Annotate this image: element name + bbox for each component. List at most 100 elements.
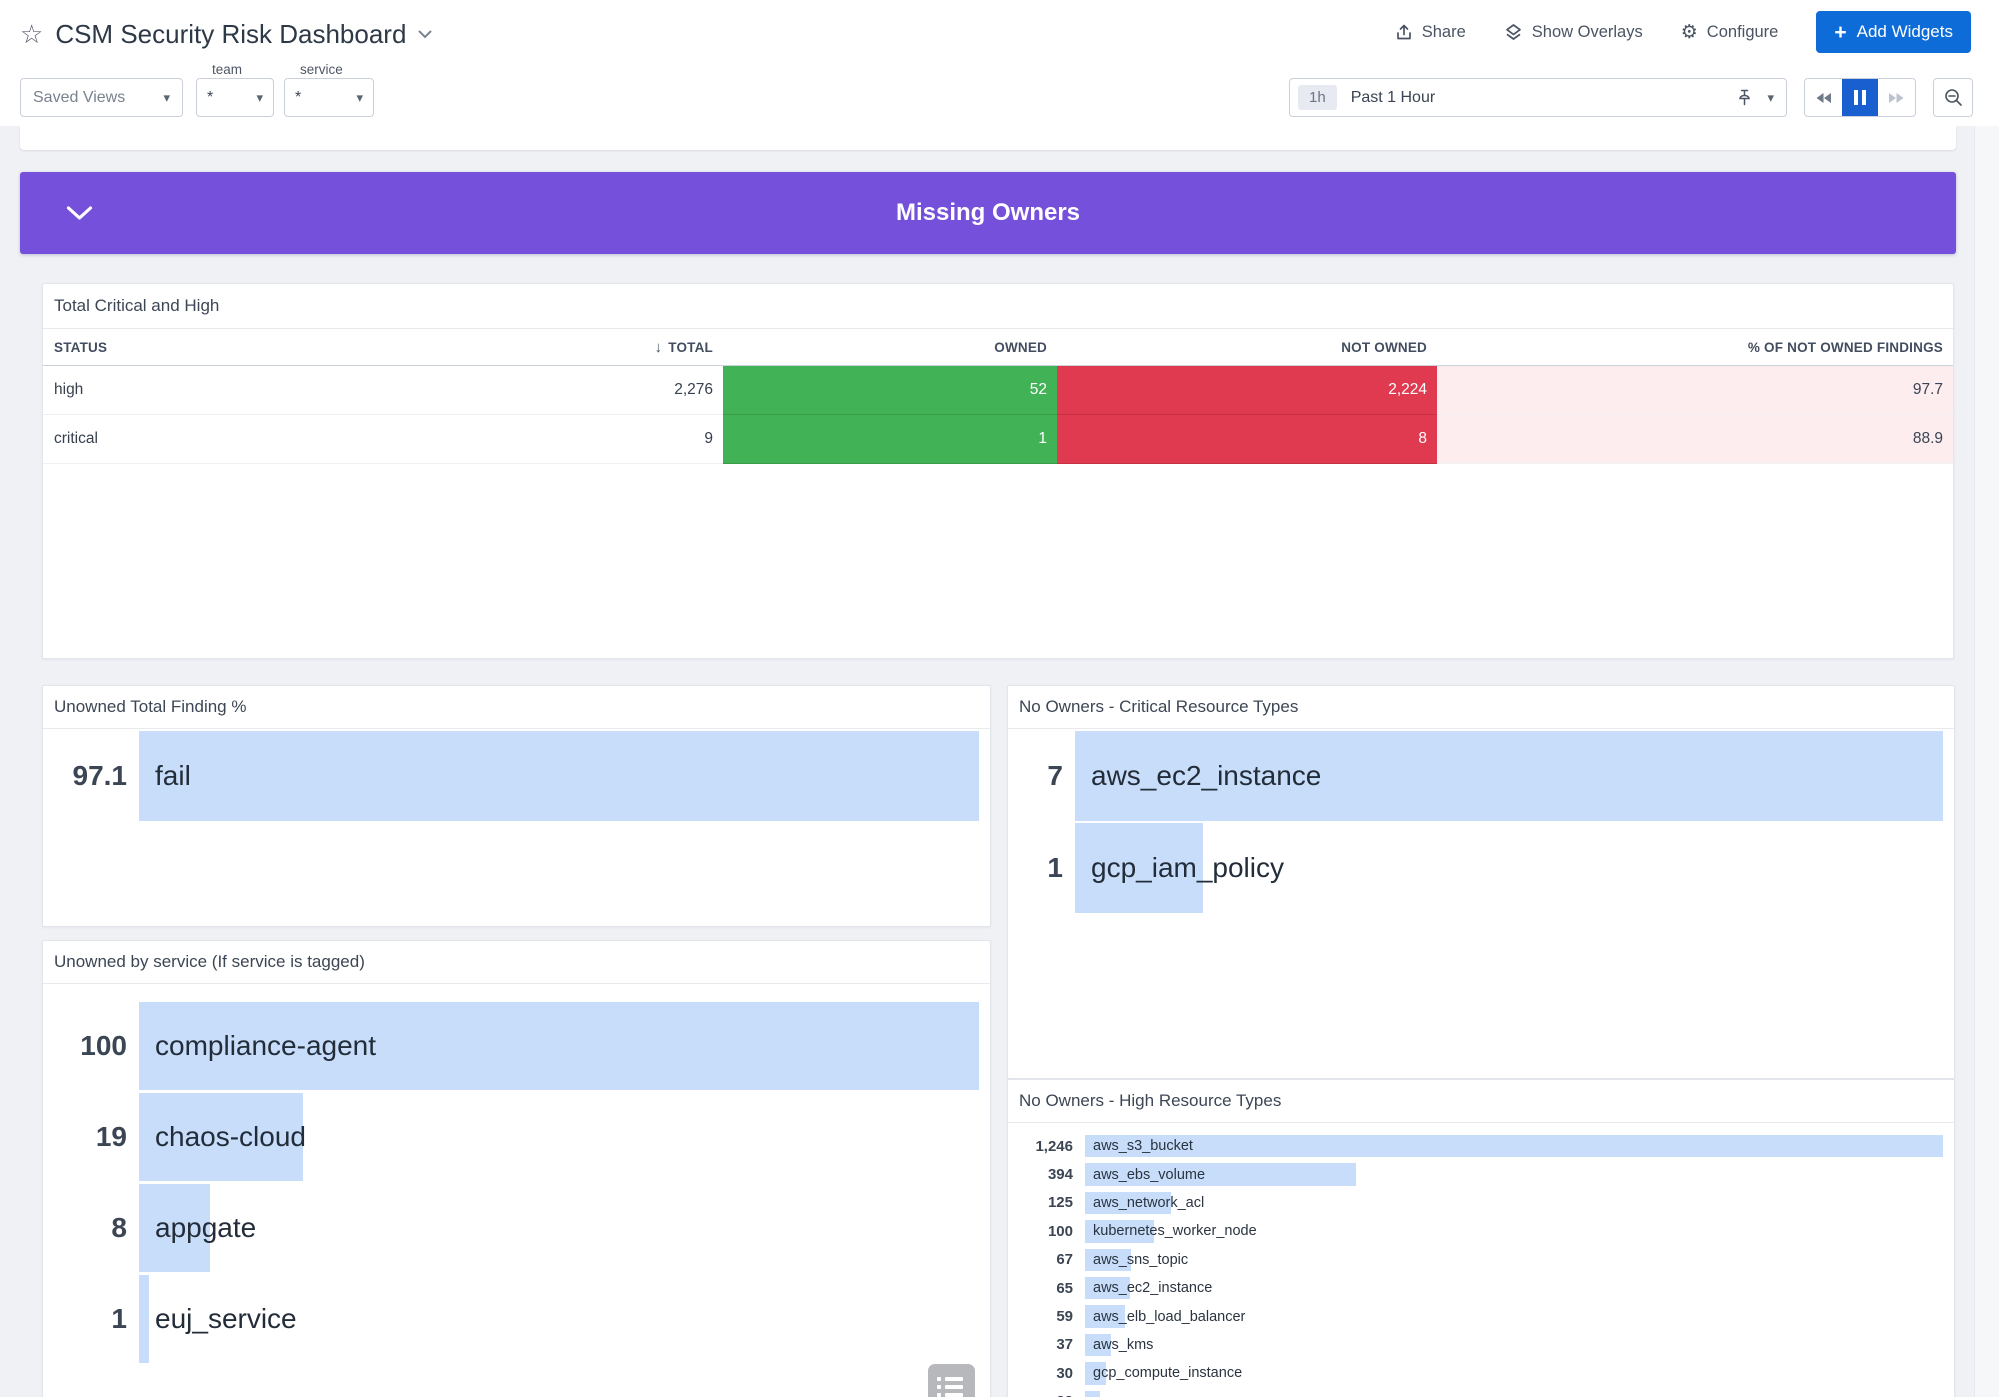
toplist-bar-track: gcp_compute_instance [1085,1359,1943,1387]
time-forward-button[interactable] [1878,79,1915,116]
configure-label: Configure [1707,23,1779,42]
list-icon [937,1377,975,1381]
title-chevron-down-icon[interactable] [418,30,432,39]
collapse-chevron-down-icon[interactable] [66,206,93,221]
time-backward-button[interactable] [1805,79,1842,116]
toplist-label: aws_network_acl [1093,1195,1204,1211]
toplist-label: aws_ec2_instance [1091,760,1321,792]
header-actions: Share Show Overlays ⚙ Configure + Add Wi… [1395,10,1971,54]
toplist-bar-track: aws_kms [1085,1331,1943,1359]
toplist-value: 37 [1019,1331,1073,1359]
table-row[interactable]: critical91888.9 [43,415,1953,464]
toplist-value: 59 [1019,1302,1073,1330]
dropdown-arrow-icon: ▾ [163,90,170,106]
table-cell-total: 9 [566,415,723,464]
saved-views-label: Saved Views [33,89,125,107]
unowned-total-finding-widget: Unowned Total Finding % 97.1fail [42,685,991,927]
time-range-badge: 1h [1298,85,1337,110]
toplist-row[interactable]: 65 aws_ec2_instance [1019,1274,1943,1302]
toplist-value: 22 [1019,1388,1073,1397]
column-header-owned[interactable]: OWNED [723,340,1057,355]
toplist-row[interactable]: 67 aws_sns_topic [1019,1246,1943,1274]
share-button[interactable]: Share [1395,23,1466,42]
time-dropdown-arrow-icon[interactable]: ▾ [1767,90,1774,106]
list-icon-row [937,1385,975,1389]
column-header-status[interactable]: STATUS [43,340,566,355]
add-widgets-button[interactable]: + Add Widgets [1816,11,1971,53]
time-playback-controls [1804,78,1916,117]
group-title: Missing Owners [896,199,1080,227]
toplist-row[interactable]: 8appgate [54,1184,979,1272]
time-range-picker[interactable]: 1h Past 1 Hour ▾ [1289,78,1787,117]
toplist-value: 394 [1019,1160,1073,1188]
toplist-label: gcp_compute_instance [1093,1365,1242,1381]
toplist-label: aws_ec2_instance [1093,1280,1212,1296]
toplist-row[interactable]: 30 gcp_compute_instance [1019,1359,1943,1387]
toplist-row[interactable]: 100compliance-agent [54,1002,979,1090]
toplist-value: 30 [1019,1359,1073,1387]
column-header-pct-not-owned[interactable]: % OF NOT OWNED FINDINGS [1437,340,1953,355]
table-cell-pct: 88.9 [1437,415,1953,464]
toplist-row[interactable]: 100kubernetes_worker_node [1019,1217,1943,1245]
toplist-bar-track: aws_elb_load_balancer [1085,1302,1943,1330]
dropdown-arrow-icon: ▾ [256,90,263,106]
toplist-label: aws_ebs_volume [1093,1167,1205,1183]
table-cell-notowned: 2,224 [1057,366,1437,415]
toplist-row[interactable]: 1euj_service [54,1275,979,1363]
no-owners-high-resource-types-widget: No Owners - High Resource Types 1,246aws… [1007,1079,1955,1397]
zoom-out-button[interactable] [1933,78,1973,117]
time-controls: 1h Past 1 Hour ▾ [1289,78,1973,117]
favorite-star-icon[interactable]: ☆ [20,21,43,47]
toplist-row[interactable]: 1,246aws_s3_bucket [1019,1132,1943,1160]
toplist-bar-track: aws_network_acl [1085,1189,1943,1217]
toplist-value: 65 [1019,1274,1073,1302]
time-pause-button[interactable] [1842,79,1879,116]
toplist-row[interactable]: 59 aws_elb_load_balancer [1019,1302,1943,1330]
toplist-row[interactable]: 125aws_network_acl [1019,1189,1943,1217]
team-filter-label: team [208,62,246,77]
toplist-row[interactable]: 1 gcp_iam_policy [1019,823,1943,913]
plus-icon: + [1834,22,1846,43]
toplist-bar-track: kubernetes_worker_node [1085,1217,1943,1245]
toplist-row[interactable]: 22 aws_acm [1019,1388,1943,1397]
pin-icon[interactable] [1737,89,1752,106]
toplist-value: 8 [54,1184,127,1272]
list-icon-row [937,1393,975,1397]
toplist-bar-track: aws_sns_topic [1085,1246,1943,1274]
widget-title: No Owners - High Resource Types [1008,1080,1954,1123]
toplist-row[interactable]: 394 aws_ebs_volume [1019,1160,1943,1188]
toplist-label: kubernetes_worker_node [1093,1223,1257,1239]
time-range-label: Past 1 Hour [1351,89,1435,107]
toplist-label: gcp_iam_policy [1091,852,1284,884]
dashboard-page: ☆ CSM Security Risk Dashboard Share Show… [0,0,1999,1397]
toplist-row[interactable]: 97.1fail [54,731,979,821]
toplist-bar-track: aws_ec2_instance [1085,1274,1943,1302]
toplist-label: compliance-agent [155,1030,376,1062]
toplist-row[interactable]: 7aws_ec2_instance [1019,731,1943,821]
toplist-bar-track: aws_ebs_volume [1085,1160,1943,1188]
show-overlays-label: Show Overlays [1532,23,1643,42]
toplist-bar-track: aws_acm [1085,1388,1943,1397]
legend-list-button[interactable] [928,1364,975,1397]
table-row[interactable]: high2,276522,22497.7 [43,366,1953,415]
pause-icon [1854,90,1866,105]
toplist-value: 1 [1019,823,1063,913]
share-label: Share [1422,23,1466,42]
scrollbar-gutter[interactable] [1974,126,1999,1397]
service-filter-dropdown[interactable]: * ▾ [284,78,374,117]
page-title[interactable]: CSM Security Risk Dashboard [55,19,406,50]
show-overlays-button[interactable]: Show Overlays [1504,23,1643,42]
toplist-row[interactable]: 37 aws_kms [1019,1331,1943,1359]
toplist-bar-track: gcp_iam_policy [1075,823,1943,913]
toplist-bar-track: fail [139,731,979,821]
toplist-value: 67 [1019,1246,1073,1274]
toplist-row[interactable]: 19chaos-cloud [54,1093,979,1181]
toplist-bar-track: aws_s3_bucket [1085,1132,1943,1160]
saved-views-dropdown[interactable]: Saved Views ▾ [20,78,183,117]
column-header-not-owned[interactable]: NOT OWNED [1057,340,1437,355]
team-filter-dropdown[interactable]: * ▾ [196,78,274,117]
configure-button[interactable]: ⚙ Configure [1681,23,1779,42]
column-header-total[interactable]: ↓TOTAL [566,339,723,356]
service-filter-value: * [295,89,301,107]
missing-owners-group-header[interactable]: Missing Owners [20,172,1956,254]
